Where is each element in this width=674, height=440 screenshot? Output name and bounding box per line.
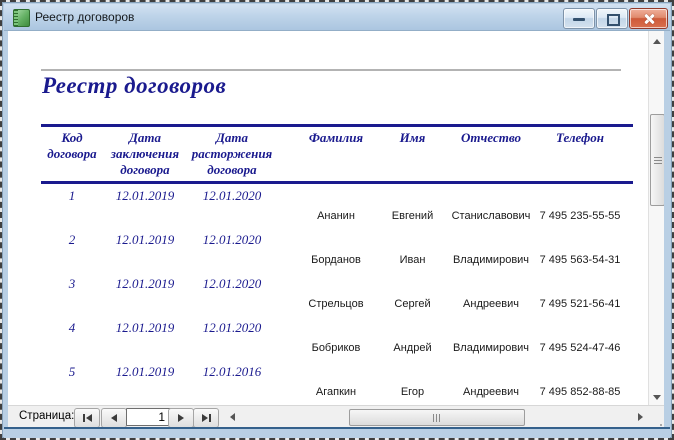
cell-date-terminated: 12.01.2020 bbox=[185, 276, 279, 292]
screenshot-frame: Реестр договоров Реестр договоров Код до… bbox=[0, 0, 674, 440]
cell-phone: 7 495 235-55-55 bbox=[535, 210, 625, 222]
table-row: 1 12.01.2019 12.01.2020 Ананин Евгений С… bbox=[8, 188, 646, 232]
cell-patronymic: Андреевич bbox=[447, 298, 535, 310]
scroll-right-icon[interactable] bbox=[638, 413, 643, 421]
page-number-input[interactable] bbox=[126, 408, 171, 426]
cell-date-signed: 12.01.2019 bbox=[105, 364, 185, 380]
minimize-button[interactable] bbox=[563, 8, 595, 29]
cell-date-terminated: 12.01.2016 bbox=[185, 364, 279, 380]
cell-date-signed: 12.01.2019 bbox=[105, 188, 185, 204]
top-divider bbox=[41, 69, 621, 71]
header-phone: Телефон bbox=[535, 130, 625, 146]
cell-contract-code: 3 bbox=[39, 276, 105, 292]
window-title: Реестр договоров bbox=[35, 10, 134, 24]
cell-contract-code: 2 bbox=[39, 232, 105, 248]
cell-phone: 7 495 521-56-41 bbox=[535, 298, 625, 310]
table-row: 3 12.01.2019 12.01.2020 Стрельцов Сергей… bbox=[8, 276, 646, 320]
last-page-icon bbox=[209, 414, 211, 422]
first-page-icon bbox=[83, 414, 85, 422]
cell-date-terminated: 12.01.2020 bbox=[185, 320, 279, 336]
table-row: 5 12.01.2019 12.01.2016 Агапкин Егор Анд… bbox=[8, 364, 646, 405]
vertical-scrollbar[interactable] bbox=[648, 31, 664, 405]
restore-button[interactable] bbox=[596, 8, 628, 29]
records-list: 1 12.01.2019 12.01.2020 Ананин Евгений С… bbox=[8, 188, 646, 405]
restore-icon bbox=[607, 14, 620, 26]
scroll-up-icon[interactable] bbox=[653, 39, 661, 44]
cell-date-terminated: 12.01.2020 bbox=[185, 232, 279, 248]
navigation-bar: Страница: bbox=[8, 405, 664, 428]
header-top-rule bbox=[41, 124, 633, 127]
table-header: Код договора Дата заключения договора Да… bbox=[8, 130, 625, 178]
cell-patronymic: Владимирович bbox=[447, 342, 535, 354]
close-button[interactable] bbox=[629, 8, 668, 29]
minimize-icon bbox=[573, 18, 585, 21]
scroll-down-icon[interactable] bbox=[653, 395, 661, 400]
table-row: 2 12.01.2019 12.01.2020 Борданов Иван Вл… bbox=[8, 232, 646, 276]
report-page[interactable]: Реестр договоров Код договора Дата заклю… bbox=[8, 31, 646, 405]
scrollbar-grip-icon bbox=[654, 157, 662, 164]
previous-page-icon bbox=[111, 414, 117, 422]
scroll-left-icon[interactable] bbox=[230, 413, 235, 421]
window-bottom-border bbox=[4, 427, 670, 440]
cell-phone: 7 495 563-54-31 bbox=[535, 254, 625, 266]
report-icon-spine bbox=[14, 10, 18, 26]
header-date-signed: Дата заключения договора bbox=[105, 130, 185, 178]
cell-patronymic: Владимирович bbox=[447, 254, 535, 266]
cell-first-name: Евгений bbox=[378, 210, 447, 222]
first-page-button[interactable] bbox=[74, 408, 100, 428]
cell-surname: Стрельцов bbox=[294, 298, 378, 310]
last-page-arrow-icon bbox=[202, 414, 208, 422]
next-page-icon bbox=[178, 414, 184, 422]
first-page-arrow-icon bbox=[86, 414, 92, 422]
report-view: Реестр договоров Код договора Дата заклю… bbox=[8, 31, 664, 405]
cell-patronymic: Андреевич bbox=[447, 386, 535, 398]
cell-surname: Агапкин bbox=[294, 386, 378, 398]
cell-date-signed: 12.01.2019 bbox=[105, 320, 185, 336]
cell-surname: Бобриков bbox=[294, 342, 378, 354]
header-first-name: Имя bbox=[378, 130, 447, 146]
report-title: Реестр договоров bbox=[42, 73, 226, 99]
cell-date-terminated: 12.01.2020 bbox=[185, 188, 279, 204]
cell-first-name: Егор bbox=[378, 386, 447, 398]
cell-contract-code: 1 bbox=[39, 188, 105, 204]
cell-contract-code: 4 bbox=[39, 320, 105, 336]
resize-grip[interactable] bbox=[660, 424, 662, 426]
cell-surname: Ананин bbox=[294, 210, 378, 222]
header-surname: Фамилия bbox=[294, 130, 378, 146]
cell-surname: Борданов bbox=[294, 254, 378, 266]
cell-date-signed: 12.01.2019 bbox=[105, 232, 185, 248]
cell-first-name: Сергей bbox=[378, 298, 447, 310]
cell-patronymic: Станиславович bbox=[447, 210, 535, 222]
cell-contract-code: 5 bbox=[39, 364, 105, 380]
previous-page-button[interactable] bbox=[101, 408, 127, 428]
cell-first-name: Андрей bbox=[378, 342, 447, 354]
cell-phone: 7 495 524-47-46 bbox=[535, 342, 625, 354]
header-date-terminated: Дата расторжения договора bbox=[185, 130, 279, 178]
vertical-scrollbar-thumb[interactable] bbox=[650, 114, 664, 206]
header-contract-code: Код договора bbox=[39, 130, 105, 162]
header-patronymic: Отчество bbox=[447, 130, 535, 146]
close-icon bbox=[643, 13, 655, 25]
horizontal-scrollbar-thumb[interactable] bbox=[349, 409, 525, 426]
cell-date-signed: 12.01.2019 bbox=[105, 276, 185, 292]
page-label: Страница: bbox=[19, 410, 74, 422]
next-page-button[interactable] bbox=[168, 408, 194, 428]
scrollbar-grip-icon bbox=[433, 414, 440, 422]
cell-first-name: Иван bbox=[378, 254, 447, 266]
table-row: 4 12.01.2019 12.01.2020 Бобриков Андрей … bbox=[8, 320, 646, 364]
header-bottom-rule bbox=[41, 181, 633, 184]
report-icon bbox=[13, 9, 30, 27]
last-page-button[interactable] bbox=[193, 408, 219, 428]
titlebar[interactable]: Реестр договоров bbox=[4, 4, 670, 31]
cell-phone: 7 495 852-88-85 bbox=[535, 386, 625, 398]
app-window: Реестр договоров Реестр договоров Код до… bbox=[2, 2, 672, 438]
